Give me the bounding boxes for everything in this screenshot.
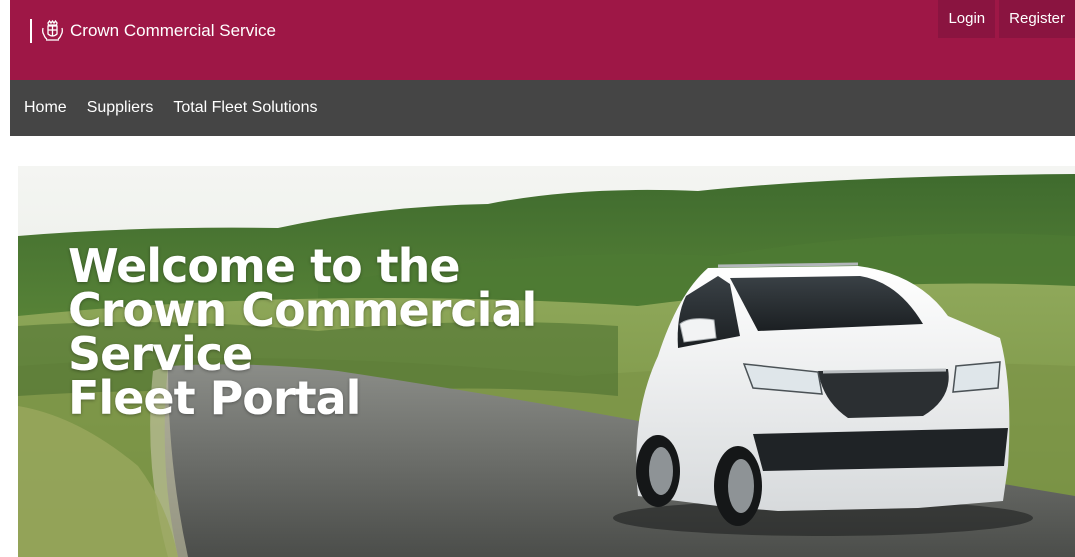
nav-link-total-fleet-solutions[interactable]: Total Fleet Solutions xyxy=(173,99,317,116)
hero-title-line-3: Service xyxy=(68,327,253,381)
hero-title-line-4: Fleet Portal xyxy=(68,371,361,425)
brand-header: Crown Commercial Service Login Register xyxy=(10,0,1075,80)
page: Crown Commercial Service Login Register … xyxy=(0,0,1075,557)
hero-title: Welcome to the Crown Commercial Service … xyxy=(68,239,537,425)
brand-home-link[interactable]: Crown Commercial Service xyxy=(30,18,276,44)
hero-title-line-1: Welcome to the xyxy=(68,239,461,293)
auth-links: Login Register xyxy=(938,0,1075,38)
main-nav: Home Suppliers Total Fleet Solutions xyxy=(10,80,1075,136)
nav-item-suppliers: Suppliers xyxy=(87,99,174,117)
hero-title-line-2: Crown Commercial xyxy=(68,283,537,337)
nav-link-suppliers[interactable]: Suppliers xyxy=(87,99,154,116)
nav-link-home[interactable]: Home xyxy=(24,99,67,116)
login-link[interactable]: Login xyxy=(938,0,996,38)
register-link[interactable]: Register xyxy=(999,0,1075,38)
brand-divider xyxy=(30,19,32,43)
nav-item-total-fleet-solutions: Total Fleet Solutions xyxy=(173,99,337,117)
nav-item-home: Home xyxy=(24,99,87,117)
brand-name: Crown Commercial Service xyxy=(70,21,276,40)
hero-banner: Welcome to the Crown Commercial Service … xyxy=(18,166,1075,557)
nav-list: Home Suppliers Total Fleet Solutions xyxy=(10,80,1075,136)
royal-crest-icon xyxy=(42,19,63,41)
